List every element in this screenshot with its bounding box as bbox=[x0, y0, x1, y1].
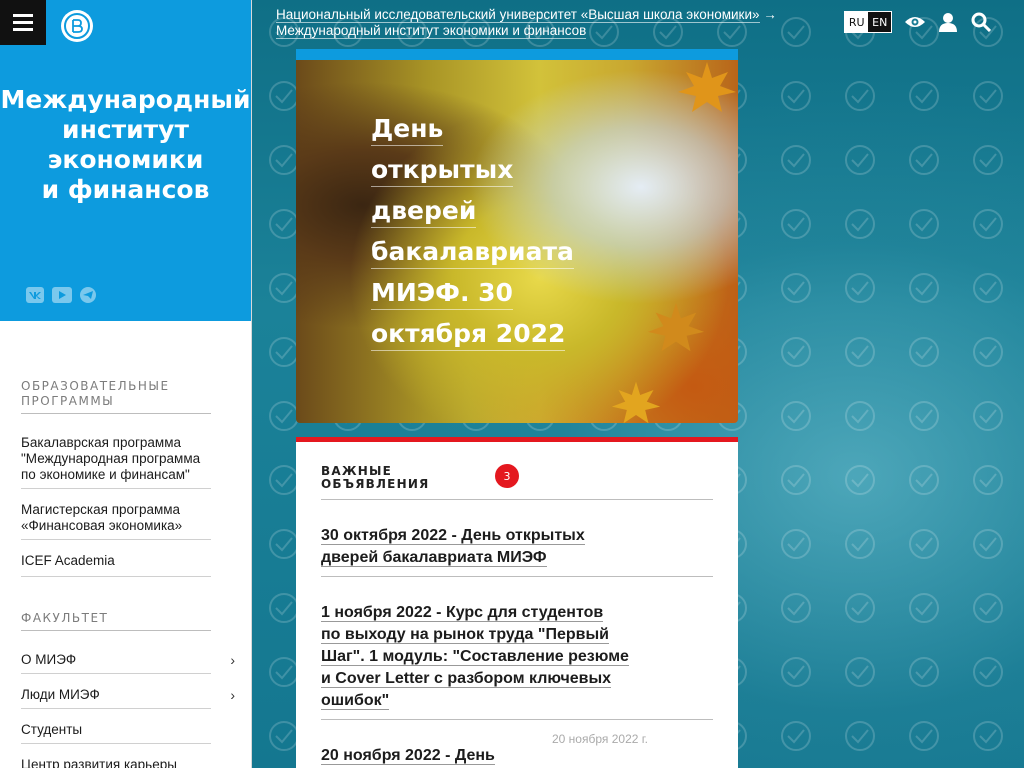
language-switcher: RU EN bbox=[844, 11, 892, 33]
announcements-card: Важные объявления 3 30 октября 2022 - Де… bbox=[296, 442, 738, 768]
announcements-header-line: Важные bbox=[321, 464, 392, 478]
nav-item-label: Студенты bbox=[21, 722, 83, 737]
banner-title-line: МИЭФ. 30 bbox=[371, 278, 513, 310]
banner-title-line: октября 2022 bbox=[371, 319, 566, 351]
lang-en-button[interactable]: EN bbox=[868, 12, 891, 32]
institute-title-line: институт bbox=[62, 115, 189, 144]
divider bbox=[321, 719, 713, 720]
nav-item-students[interactable]: Студенты bbox=[21, 722, 211, 744]
menu-button[interactable] bbox=[0, 0, 46, 45]
nav-section-header: Образовательные программы bbox=[21, 379, 211, 414]
chevron-right-icon: › bbox=[230, 687, 235, 703]
announcement-title-line: по выходу на рынок труда "Первый bbox=[321, 626, 609, 644]
maple-leaf-icon bbox=[647, 302, 705, 352]
institute-title-line: экономики bbox=[47, 145, 204, 174]
banner-accent-bar bbox=[296, 49, 738, 60]
user-icon[interactable] bbox=[937, 11, 959, 33]
institute-panel: Международный институт экономики и финан… bbox=[0, 0, 251, 321]
announcement-title-line: 1 ноября 2022 - Курс для студентов bbox=[321, 604, 604, 622]
nav-item-about[interactable]: О МИЭФ › bbox=[21, 652, 235, 674]
eye-icon[interactable] bbox=[904, 11, 926, 33]
open-day-banner[interactable]: День открытых дверей бакалавриата МИЭФ. … bbox=[296, 60, 738, 423]
hse-logo-icon[interactable] bbox=[61, 10, 93, 42]
nav-item-career-center[interactable]: Центр развития карьеры bbox=[21, 757, 211, 768]
nav-item-bachelor-program[interactable]: Бакалаврская программа "Международная пр… bbox=[21, 435, 211, 489]
banner-title-line: День открытых bbox=[371, 114, 514, 187]
announcements-count-badge: 3 bbox=[495, 464, 519, 488]
youtube-icon[interactable] bbox=[52, 287, 72, 303]
nav-item-label: Люди МИЭФ bbox=[21, 687, 100, 702]
search-icon[interactable] bbox=[970, 11, 992, 33]
nav-item-label: О МИЭФ bbox=[21, 652, 77, 667]
breadcrumb-arrow: → bbox=[763, 7, 777, 22]
institute-title-line: Международный bbox=[0, 85, 251, 114]
announcement-title-line: дверей бакалавриата МИЭФ bbox=[321, 549, 547, 567]
social-links bbox=[26, 287, 96, 303]
announcement-item[interactable]: 20 ноября 2022 - День bbox=[321, 745, 641, 767]
nav-item-icef-academia[interactable]: ICEF Academia bbox=[21, 553, 211, 577]
banner-title-line: бакалавриата bbox=[371, 237, 574, 269]
announcements-header-line: объявления bbox=[321, 477, 430, 491]
institute-title-line: и финансов bbox=[41, 175, 210, 204]
nav-item-label: Магистерская программа «Финансовая эконо… bbox=[21, 502, 183, 533]
chevron-right-icon: › bbox=[230, 652, 235, 668]
announcement-title-line: и Cover Letter с разбором ключевых bbox=[321, 670, 612, 688]
vk-icon[interactable] bbox=[26, 287, 44, 303]
maple-leaf-icon bbox=[611, 381, 661, 423]
left-sidebar: Международный институт экономики и финан… bbox=[0, 0, 252, 768]
institute-title[interactable]: Международный институт экономики и финан… bbox=[0, 85, 251, 205]
announcement-title-line: 30 октября 2022 - День открытых bbox=[321, 527, 585, 545]
nav-item-people[interactable]: Люди МИЭФ › bbox=[21, 687, 235, 709]
nav-section-header: Факультет bbox=[21, 611, 211, 631]
divider bbox=[321, 576, 713, 577]
maple-leaf-icon bbox=[678, 62, 736, 112]
announcement-title-line: Шаг". 1 модуль: "Составление резюме bbox=[321, 648, 629, 666]
announcement-title-line: ошибок" bbox=[321, 692, 390, 710]
nav-item-label: Бакалаврская программа "Международная пр… bbox=[21, 435, 201, 482]
nav-item-master-program[interactable]: Магистерская программа «Финансовая эконо… bbox=[21, 502, 211, 540]
announcements-header[interactable]: Важные объявления bbox=[321, 465, 430, 491]
announcement-title-line: 20 ноября 2022 - День bbox=[321, 747, 495, 765]
nav-item-label: ICEF Academia bbox=[21, 553, 115, 568]
breadcrumb-current-link[interactable]: Международный институт экономики и финан… bbox=[276, 23, 587, 39]
divider bbox=[321, 499, 713, 500]
banner-title[interactable]: День открытых дверей бакалавриата МИЭФ. … bbox=[371, 108, 591, 354]
breadcrumb: Национальный исследовательский университ… bbox=[276, 7, 836, 39]
nav-item-label: Центр развития карьеры bbox=[21, 757, 177, 768]
lang-ru-button[interactable]: RU bbox=[845, 12, 869, 32]
announcement-item[interactable]: 1 ноября 2022 - Курс для студентов по вы… bbox=[321, 602, 641, 712]
banner-title-line: дверей bbox=[371, 196, 477, 228]
telegram-icon[interactable] bbox=[80, 287, 96, 303]
announcement-date: 20 ноября 2022 г. bbox=[552, 732, 648, 746]
announcement-item[interactable]: 30 октября 2022 - День открытых дверей б… bbox=[321, 525, 641, 569]
breadcrumb-parent-link[interactable]: Национальный исследовательский университ… bbox=[276, 7, 760, 23]
